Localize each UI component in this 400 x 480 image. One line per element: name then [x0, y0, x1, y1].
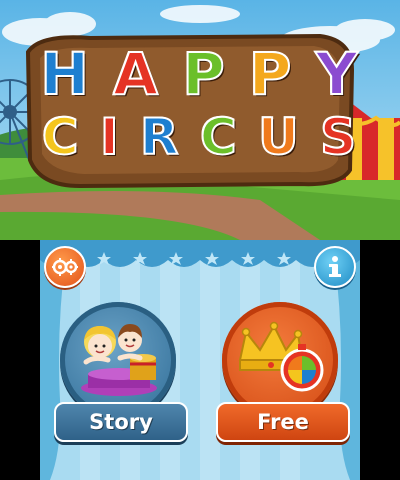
- title-letter: C: [199, 107, 239, 167]
- title-letter: I: [99, 107, 121, 167]
- title-letter: S: [319, 107, 359, 167]
- title-happy: H A P P Y: [0, 39, 400, 109]
- top-screen: H A P P Y C I R C U S: [0, 0, 400, 240]
- title-letter: P: [248, 39, 294, 109]
- title-letter: Y: [315, 39, 360, 109]
- story-label: Story: [54, 402, 188, 442]
- free-mode-button[interactable]: Free: [216, 302, 350, 442]
- gears-icon: [52, 258, 78, 276]
- title-circus: C I R C U S: [0, 107, 400, 167]
- title-letter: U: [257, 107, 301, 167]
- title-letter: H: [39, 39, 91, 109]
- bottom-screen: Story Free: [40, 240, 360, 480]
- title-letter: R: [139, 107, 181, 167]
- info-button[interactable]: [314, 246, 356, 288]
- crown-icon: [238, 321, 324, 392]
- title-letter: P: [181, 39, 227, 109]
- story-mode-button[interactable]: Story: [54, 302, 188, 442]
- settings-button[interactable]: [44, 246, 86, 288]
- info-icon: [329, 256, 341, 277]
- title-letter: A: [112, 39, 160, 109]
- title-letter: C: [41, 107, 81, 167]
- children-icon: [81, 324, 157, 396]
- free-label: Free: [216, 402, 350, 442]
